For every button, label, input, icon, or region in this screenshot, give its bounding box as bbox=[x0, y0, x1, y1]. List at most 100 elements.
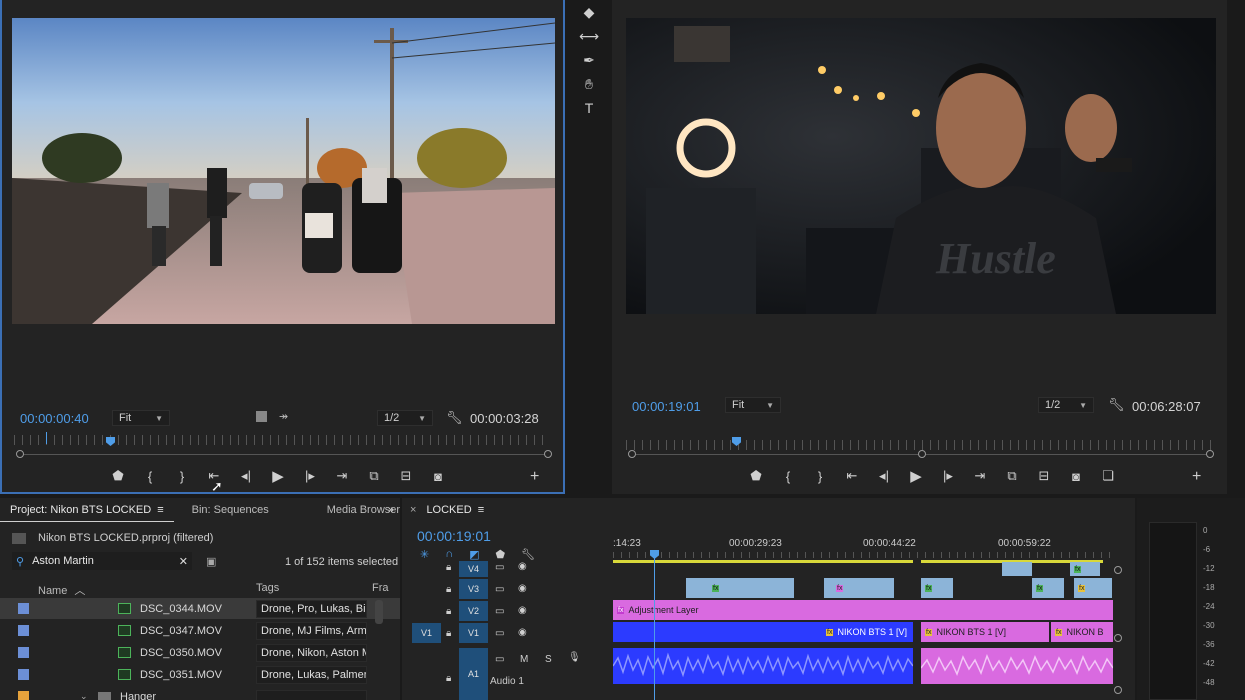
project-row[interactable]: DSC_0350.MOV Drone, Nikon, Aston Ma bbox=[0, 642, 400, 663]
extract-icon[interactable]: ⊟ bbox=[1028, 468, 1060, 484]
project-scrollbar[interactable] bbox=[375, 600, 383, 624]
lift-icon[interactable]: ⧉ bbox=[996, 468, 1028, 484]
hand-icon[interactable]: ✋︎ bbox=[575, 72, 603, 96]
mark-in-icon[interactable]: { bbox=[134, 469, 166, 484]
panel-menu-icon[interactable]: ≡ bbox=[478, 504, 484, 516]
project-row[interactable]: DSC_0344.MOV Drone, Pro, Lukas, Biker bbox=[0, 598, 400, 619]
track-v2[interactable]: V2 bbox=[459, 601, 488, 621]
solo-button[interactable]: S bbox=[545, 654, 552, 665]
timeline-timecode[interactable]: 00:00:19:01 bbox=[417, 528, 491, 544]
mute-button[interactable]: M bbox=[520, 654, 528, 665]
timeline-clip-v1[interactable]: fx NIKON B bbox=[1051, 622, 1113, 642]
source-scroll-handle-left[interactable] bbox=[16, 450, 24, 458]
overwrite-icon[interactable]: ⊟ bbox=[390, 468, 422, 484]
label-color-swatch[interactable] bbox=[18, 691, 29, 700]
clip-tags[interactable]: Drone, MJ Films, Armar bbox=[256, 621, 367, 640]
mark-out-icon[interactable]: } bbox=[166, 469, 198, 484]
source-video-frame[interactable] bbox=[12, 18, 555, 324]
timeline-ruler[interactable] bbox=[613, 552, 1113, 558]
program-scroll-handle-right[interactable] bbox=[1206, 450, 1214, 458]
project-row[interactable]: DSC_0351.MOV Drone, Lukas, Palmer, M bbox=[0, 664, 400, 685]
toggle-sync-icon[interactable]: ▭ bbox=[495, 584, 504, 595]
track-v3[interactable]: V3 bbox=[459, 579, 488, 599]
label-color-swatch[interactable] bbox=[18, 625, 29, 636]
search-field[interactable]: ⚲ Aston Martin ✕ bbox=[12, 552, 192, 570]
timeline-playhead-line[interactable] bbox=[654, 550, 655, 700]
go-to-in-icon[interactable]: ⇤ bbox=[836, 468, 868, 484]
tab-project[interactable]: Project: Nikon BTS LOCKED ≡ bbox=[0, 498, 174, 522]
program-resolution-dropdown[interactable]: 1/2 ▼ bbox=[1038, 397, 1094, 413]
source-zoom-scrollbar[interactable] bbox=[20, 454, 548, 455]
label-color-swatch[interactable] bbox=[18, 603, 29, 614]
tab-sequence[interactable]: LOCKED ≡ bbox=[416, 504, 494, 516]
microphone-icon[interactable]: 🎙︎ bbox=[568, 652, 581, 663]
add-marker-icon[interactable]: ⬟ bbox=[740, 468, 772, 484]
toggle-sync-icon[interactable]: ▭ bbox=[495, 628, 504, 639]
timeline-clip[interactable]: fx bbox=[686, 578, 794, 598]
timeline-clip-v1[interactable]: fx NIKON BTS 1 [V] bbox=[921, 622, 1049, 642]
lock-icon[interactable]: 🔒︎ bbox=[446, 606, 451, 617]
snap-icon[interactable]: ∩ bbox=[445, 548, 453, 561]
source-time-ruler[interactable] bbox=[14, 435, 550, 445]
add-button-icon[interactable]: + bbox=[1192, 468, 1201, 486]
audio-clip[interactable] bbox=[612, 648, 914, 684]
lock-icon[interactable]: 🔒︎ bbox=[446, 673, 451, 684]
program-scroll-handle-mid[interactable] bbox=[918, 450, 926, 458]
program-time-ruler[interactable] bbox=[626, 440, 1214, 450]
step-back-icon[interactable]: ◂| bbox=[868, 468, 900, 484]
eye-icon[interactable]: ◉ bbox=[518, 627, 527, 638]
audio-clip[interactable] bbox=[920, 648, 1114, 684]
go-to-out-icon[interactable]: ⇥ bbox=[964, 468, 996, 484]
source-zoom-dropdown[interactable]: Fit ▼ bbox=[112, 410, 170, 426]
eye-icon[interactable]: ◉ bbox=[518, 583, 527, 594]
linked-selection-icon[interactable]: ◩ bbox=[469, 548, 479, 561]
source-patch-v1[interactable]: V1 bbox=[412, 623, 441, 643]
toggle-sync-icon[interactable]: ▭ bbox=[495, 562, 504, 573]
lock-icon[interactable]: 🔒︎ bbox=[446, 628, 451, 639]
nest-sequence-icon[interactable]: ✳ bbox=[420, 548, 429, 561]
tab-media-browser[interactable]: Media Browser bbox=[317, 504, 410, 516]
toggle-sync-icon[interactable]: ▭ bbox=[495, 654, 504, 665]
timeline-clip[interactable]: fx bbox=[1070, 562, 1100, 576]
project-row-folder[interactable]: ⌄ Hanger bbox=[0, 686, 400, 700]
timeline-clip[interactable] bbox=[1002, 562, 1032, 576]
program-scroll-handle-left[interactable] bbox=[628, 450, 636, 458]
label-color-swatch[interactable] bbox=[18, 669, 29, 680]
timeline-clip[interactable]: fx bbox=[1074, 578, 1112, 598]
toggle-sync-icon[interactable]: ▭ bbox=[495, 606, 504, 617]
panel-menu-icon[interactable]: ≡ bbox=[157, 504, 163, 516]
track-resize-handle[interactable] bbox=[1114, 634, 1122, 642]
track-resize-handle[interactable] bbox=[1114, 566, 1122, 574]
program-current-timecode[interactable]: 00:00:19:01 bbox=[632, 399, 701, 414]
comparison-view-icon[interactable]: ❏ bbox=[1092, 468, 1124, 484]
lock-icon[interactable]: 🔒︎ bbox=[446, 584, 451, 595]
wrench-icon[interactable]: 🔧︎ bbox=[1108, 397, 1125, 413]
eye-icon[interactable]: ◉ bbox=[518, 561, 527, 572]
label-color-swatch[interactable] bbox=[18, 647, 29, 658]
timeline-clip[interactable]: fx bbox=[921, 578, 953, 598]
track-resize-handle[interactable] bbox=[1114, 686, 1122, 694]
program-video-frame[interactable]: Hustle bbox=[626, 18, 1216, 314]
clear-search-icon[interactable]: ✕ bbox=[179, 555, 188, 568]
program-zoom-dropdown[interactable]: Fit ▼ bbox=[725, 397, 781, 413]
lock-icon[interactable]: 🔒︎ bbox=[446, 562, 451, 573]
ripple-edit-icon[interactable]: ⟷ bbox=[575, 24, 603, 48]
project-row[interactable]: DSC_0347.MOV Drone, MJ Films, Armar bbox=[0, 620, 400, 641]
tab-bin-sequences[interactable]: Bin: Sequences bbox=[182, 504, 279, 516]
track-select-icon[interactable]: ◆ bbox=[575, 0, 603, 24]
step-back-icon[interactable]: ◂| bbox=[230, 468, 262, 484]
column-header-name[interactable]: Name ︿ bbox=[38, 582, 85, 598]
adjustment-layer-clip[interactable]: fx Adjustment Layer bbox=[613, 600, 1113, 620]
column-header-frame[interactable]: Fra bbox=[372, 582, 389, 594]
source-resolution-dropdown[interactable]: 1/2 ▼ bbox=[377, 410, 433, 426]
wrench-icon[interactable]: 🔧︎ bbox=[446, 410, 463, 426]
panel-overflow-icon[interactable]: » bbox=[388, 504, 394, 516]
timeline-clip[interactable]: fx bbox=[824, 578, 894, 598]
add-marker-icon[interactable]: ⬟ bbox=[102, 468, 134, 484]
clip-tags[interactable]: Drone, Lukas, Palmer, M bbox=[256, 665, 367, 684]
column-header-tags[interactable]: Tags bbox=[256, 582, 279, 594]
eye-icon[interactable]: ◉ bbox=[518, 605, 527, 616]
type-icon[interactable]: T bbox=[575, 96, 603, 120]
new-search-bin-icon[interactable]: ▣ bbox=[206, 555, 216, 568]
pen-icon[interactable]: ✒ bbox=[575, 48, 603, 72]
